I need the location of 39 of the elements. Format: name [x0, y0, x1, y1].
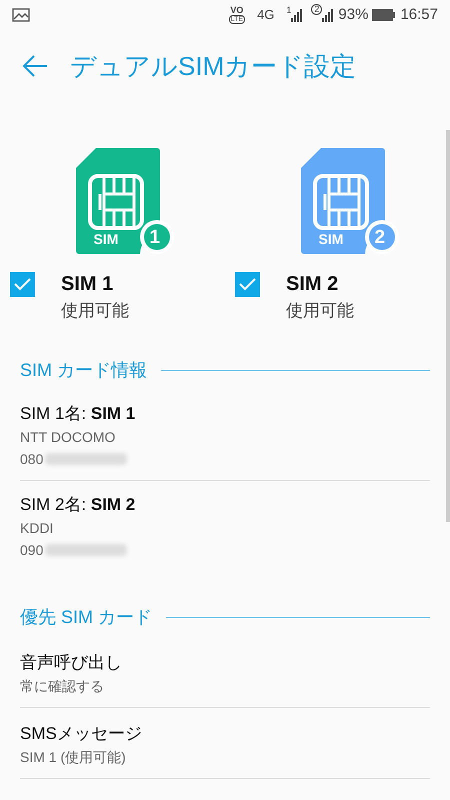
item-title: 音声呼び出し	[20, 652, 123, 674]
settings-item[interactable]: 音声呼び出し 常に確認する	[20, 637, 430, 708]
battery-percent: 93%	[338, 4, 368, 25]
section-header: 優先 SIM カード	[20, 606, 152, 628]
item-detail: 090	[20, 541, 44, 560]
network-type: 4G	[257, 6, 274, 24]
checkbox[interactable]	[235, 272, 260, 297]
section-header: SIM カード情報	[20, 358, 148, 382]
item-title: SMSメッセージ	[20, 723, 143, 745]
sim-number: 2	[374, 228, 386, 247]
item-detail: KDDI	[20, 519, 54, 538]
item-detail: NTT DOCOMO	[20, 428, 116, 447]
sim-index: 1	[286, 4, 292, 17]
item-title: SIM 2名: SIM 2	[20, 494, 136, 516]
sim-index: 2	[311, 4, 322, 15]
checkbox[interactable]	[10, 272, 35, 297]
sim-card-label: SIM	[94, 232, 118, 246]
page-title: デュアルSIMカード設定	[70, 50, 356, 82]
item-detail: SIM 1 (使用可能)	[20, 748, 126, 767]
check-icon	[239, 278, 256, 291]
sim-card-label: SIM	[318, 232, 344, 246]
signal-icon	[322, 8, 334, 22]
sim-status: 使用可能	[61, 300, 129, 322]
clock: 16:57	[400, 4, 438, 25]
image-icon	[12, 8, 30, 22]
settings-item[interactable]: SIM 1名: SIM 1 NTT DOCOMO 080	[20, 390, 430, 481]
back-arrow-icon	[22, 55, 48, 77]
settings-item[interactable]: SIM 2名: SIM 2 KDDI 090	[20, 481, 430, 571]
sim-name: SIM 2	[286, 272, 340, 297]
item-detail: 080	[20, 450, 44, 469]
item-title: SIM 1名: SIM 1	[20, 403, 136, 425]
sim-number: 1	[150, 228, 160, 247]
signal-icon	[291, 8, 304, 22]
item-detail: 常に確認する	[20, 677, 104, 696]
sim-status: 使用可能	[286, 300, 354, 322]
sim-name: SIM 1	[61, 272, 114, 297]
battery-icon	[372, 8, 396, 22]
settings-item[interactable]: SMSメッセージ SIM 1 (使用可能)	[20, 708, 430, 779]
check-icon	[14, 278, 31, 291]
